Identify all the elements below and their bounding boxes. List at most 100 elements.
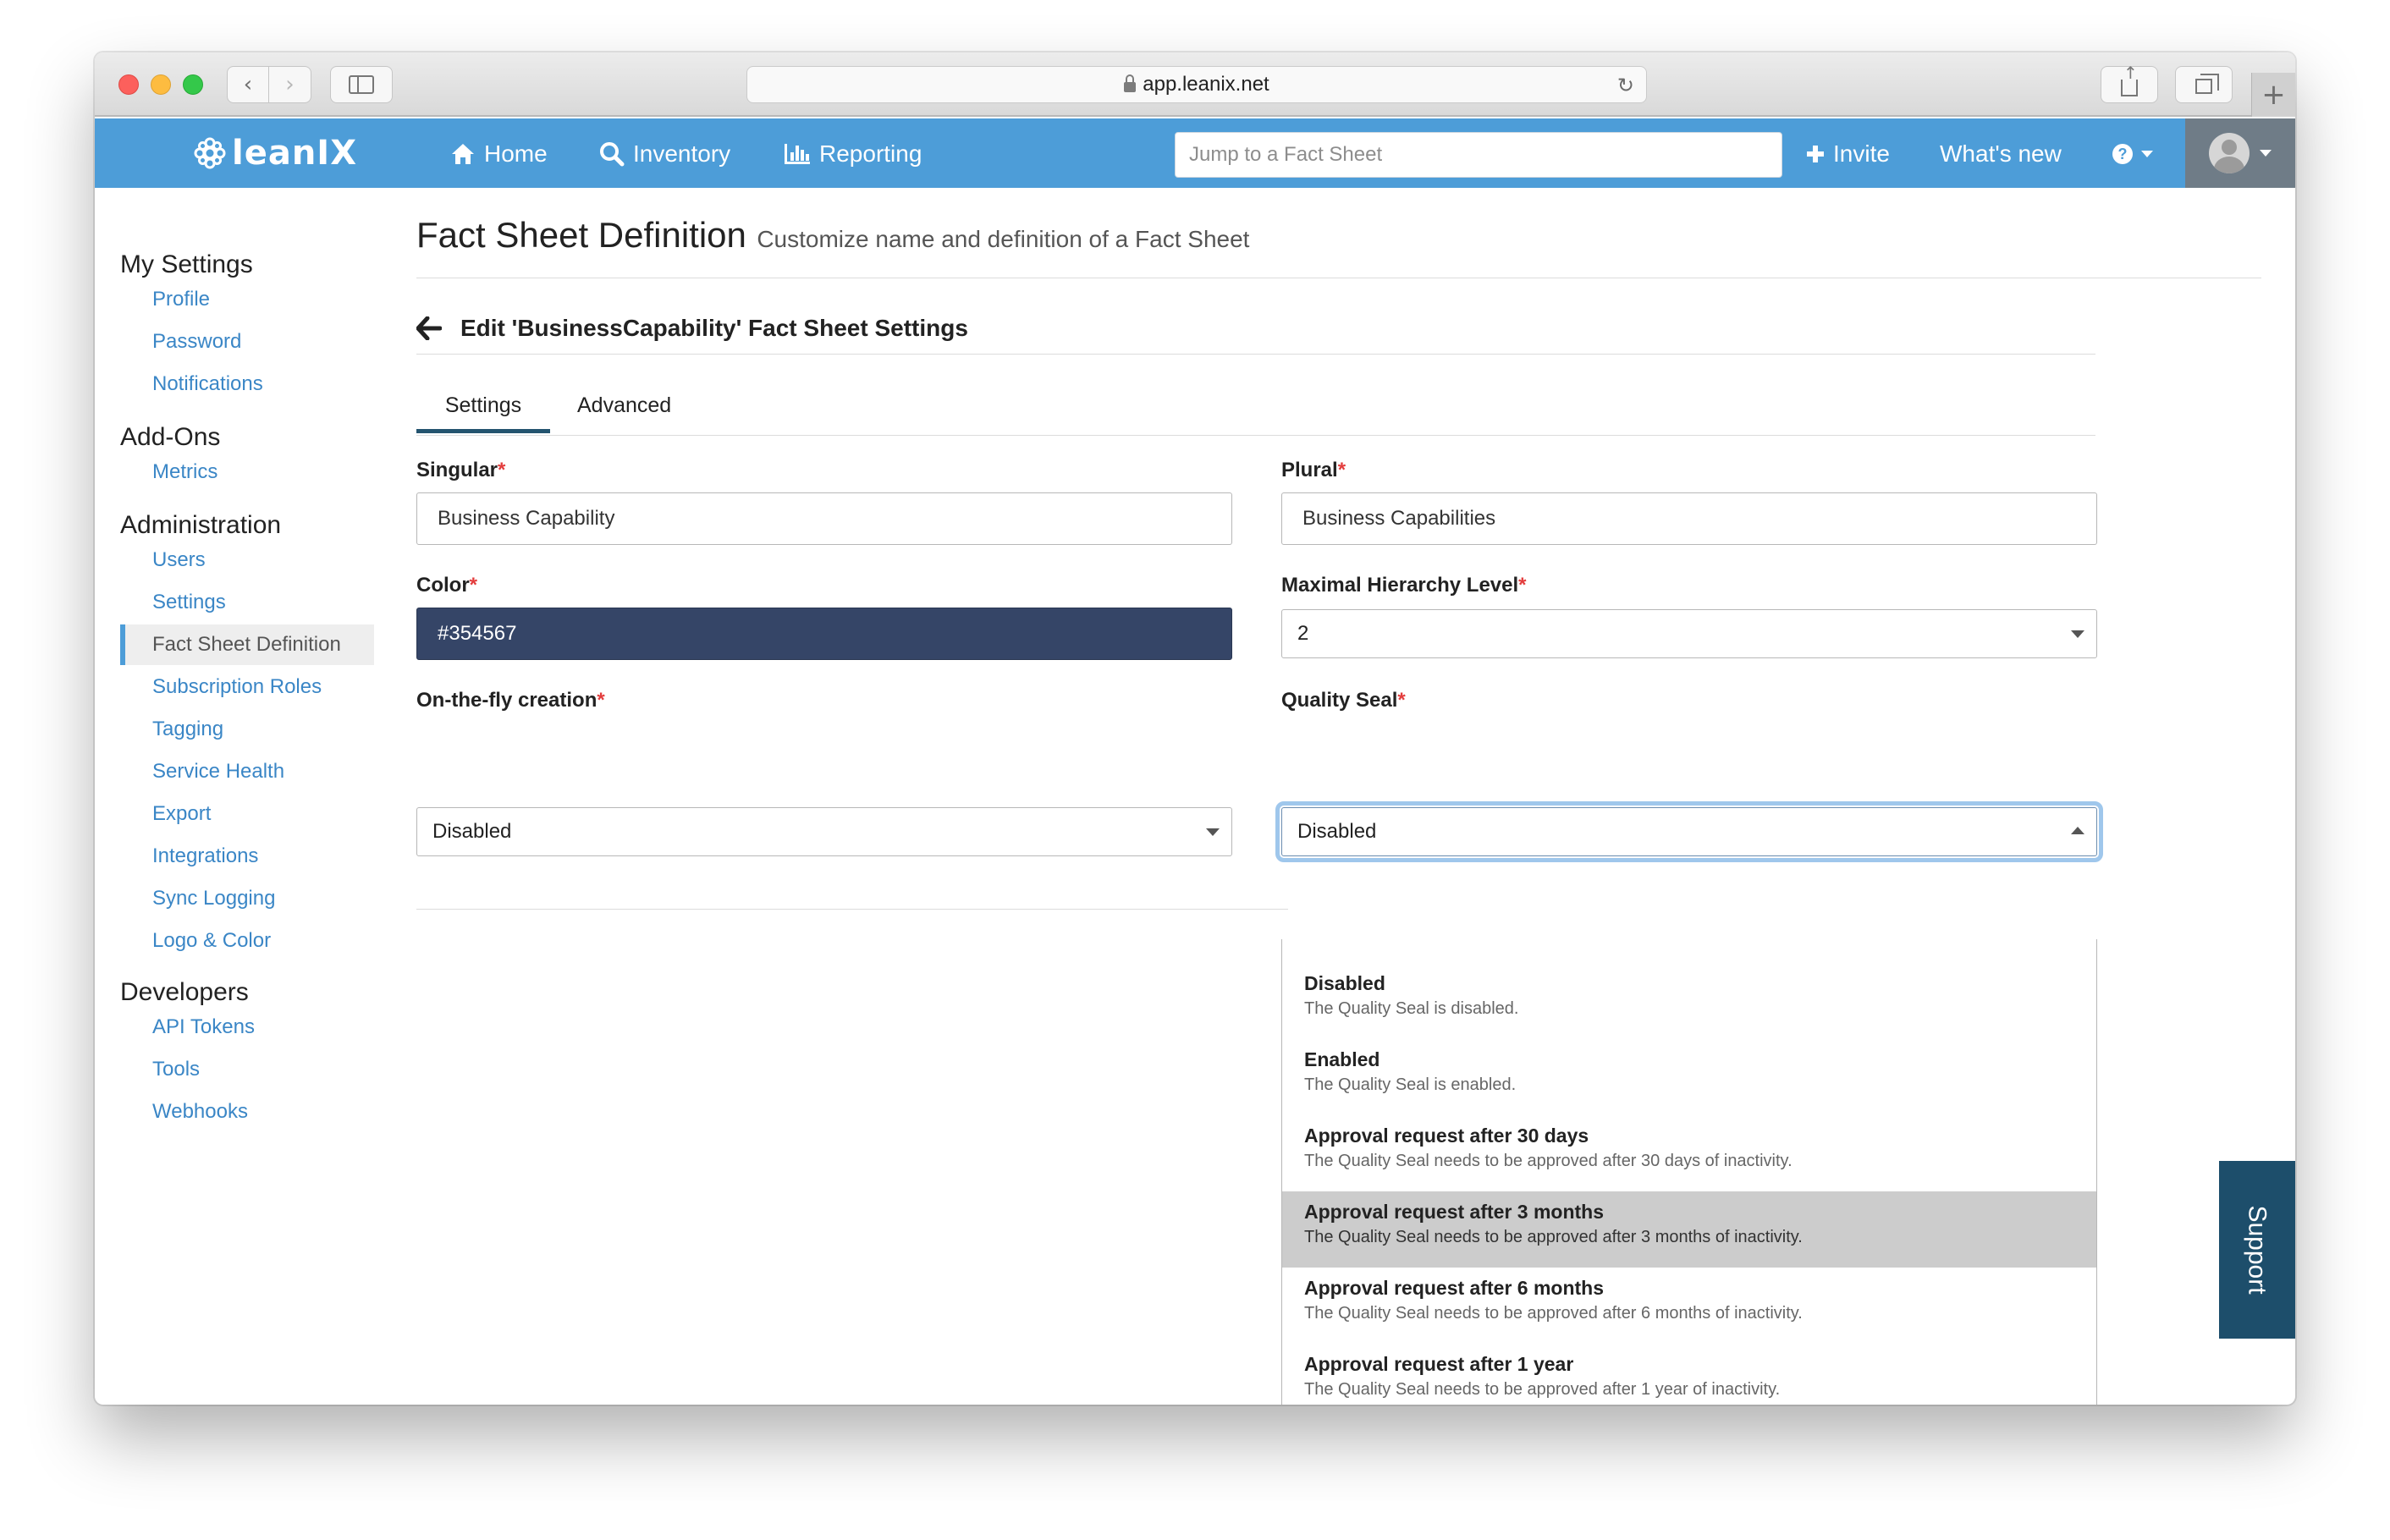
dropdown-option-1-year[interactable]: Approval request after 1 year The Qualit… [1282, 1344, 2096, 1405]
quality-seal-select[interactable]: Disabled [1275, 801, 2103, 862]
zoom-window-button[interactable] [183, 74, 203, 95]
dropdown-option-30-days[interactable]: Approval request after 30 days The Quali… [1282, 1115, 2096, 1191]
nav-inventory[interactable]: Inventory [599, 137, 730, 171]
sidebar-item-profile[interactable]: Profile [120, 279, 374, 320]
sidebar-item-subscription-roles[interactable]: Subscription Roles [120, 667, 374, 707]
edit-header: Edit 'BusinessCapability' Fact Sheet Set… [416, 315, 968, 342]
bar-chart-icon [785, 144, 810, 164]
address-bar[interactable]: app.leanix.net ↻ [746, 66, 1647, 103]
on-the-fly-label-text: On-the-fly creation [416, 689, 598, 712]
page-subtitle: Customize name and definition of a Fact … [757, 226, 1250, 252]
whats-new-label: What's new [1940, 140, 2062, 167]
color-picker-input[interactable]: #354567 [416, 608, 1232, 660]
new-tab-button[interactable]: + [2251, 73, 2295, 117]
caret-down-icon [2141, 151, 2153, 157]
question-icon: ? [2112, 144, 2133, 164]
sidebar-item-tagging[interactable]: Tagging [120, 709, 374, 750]
singular-label: Singular* [416, 459, 505, 482]
required-mark: * [1337, 459, 1346, 481]
on-the-fly-select[interactable]: Disabled [416, 807, 1232, 856]
dropdown-option-disabled[interactable]: Disabled The Quality Seal is disabled. [1282, 963, 2096, 1039]
sidebar-item-service-health[interactable]: Service Health [120, 751, 374, 792]
singular-label-text: Singular [416, 459, 498, 481]
sidebar-item-notifications[interactable]: Notifications [120, 364, 374, 404]
option-description: The Quality Seal needs to be approved af… [1304, 1228, 1803, 1246]
share-icon [2121, 63, 2138, 96]
option-title: Approval request after 30 days [1304, 1125, 1589, 1147]
sidebar-item-api-tokens[interactable]: API Tokens [120, 1007, 374, 1048]
address-bar-content: app.leanix.net [747, 67, 1646, 102]
dropdown-option-enabled[interactable]: Enabled The Quality Seal is enabled. [1282, 1039, 2096, 1115]
sidebar-icon [349, 75, 374, 94]
caret-down-icon [2260, 150, 2272, 157]
on-the-fly-label: On-the-fly creation* [416, 689, 605, 712]
arrow-left-icon[interactable] [416, 316, 442, 340]
quality-seal-value: Disabled [1297, 820, 1377, 843]
browser-sidebar-button[interactable] [330, 66, 393, 103]
caret-up-icon [2071, 827, 2084, 834]
help-menu-button[interactable]: ? [2112, 137, 2153, 171]
caret-down-icon [1206, 828, 1220, 836]
quality-seal-label: Quality Seal* [1281, 689, 1406, 712]
invite-label: Invite [1833, 140, 1890, 167]
sidebar-item-integrations[interactable]: Integrations [120, 836, 374, 877]
sidebar-item-export[interactable]: Export [120, 794, 374, 834]
sidebar-item-users[interactable]: Users [120, 540, 374, 580]
max-hierarchy-select[interactable]: 2 [1281, 609, 2097, 658]
browser-back-button[interactable]: ‹ [227, 66, 269, 103]
sidebar-item-settings[interactable]: Settings [120, 582, 374, 623]
quality-seal-dropdown: Disabled The Quality Seal is disabled. E… [1281, 939, 2097, 1405]
required-mark: * [597, 689, 605, 712]
lock-icon [1124, 74, 1137, 92]
page-title: Fact Sheet Definition [416, 215, 746, 255]
color-value: #354567 [438, 622, 517, 645]
main-content: Fact Sheet Definition Customize name and… [416, 188, 2295, 1405]
browser-forward-button[interactable]: › [269, 66, 311, 103]
required-mark: * [469, 574, 478, 597]
option-title: Approval request after 3 months [1304, 1201, 1605, 1223]
invite-button[interactable]: Invite [1806, 137, 1890, 171]
reload-icon[interactable]: ↻ [1617, 74, 1634, 97]
nav-home[interactable]: Home [450, 137, 548, 171]
sidebar-item-logo-color[interactable]: Logo & Color [120, 921, 374, 961]
share-button[interactable] [2101, 63, 2158, 103]
jump-to-fact-sheet-input[interactable] [1175, 132, 1782, 178]
tabs-divider [416, 435, 2095, 436]
chevron-right-icon: › [285, 72, 295, 97]
dropdown-option-6-months[interactable]: Approval request after 6 months The Qual… [1282, 1268, 2096, 1344]
nav-inventory-label: Inventory [633, 140, 731, 167]
sidebar-item-password[interactable]: Password [120, 322, 374, 362]
dropdown-option-3-months[interactable]: Approval request after 3 months The Qual… [1282, 1191, 2096, 1268]
plural-label-text: Plural [1281, 459, 1338, 481]
plus-icon [1807, 146, 1824, 162]
close-window-button[interactable] [118, 74, 139, 95]
plural-input[interactable] [1281, 492, 2097, 545]
support-button[interactable]: Support [2219, 1161, 2295, 1339]
sidebar-item-tools[interactable]: Tools [120, 1049, 374, 1090]
tab-settings[interactable]: Settings [416, 377, 550, 433]
sidebar-item-webhooks[interactable]: Webhooks [120, 1092, 374, 1132]
sidebar-item-fact-sheet-definition[interactable]: Fact Sheet Definition [120, 624, 374, 665]
sidebar-item-metrics[interactable]: Metrics [120, 452, 374, 492]
browser-toolbar: ‹ › app.leanix.net ↻ + [95, 52, 2295, 117]
app-navbar: leanIX Home Inventory Reporting Jump to … [95, 118, 2295, 188]
tab-advanced[interactable]: Advanced [550, 377, 698, 433]
nav-reporting[interactable]: Reporting [784, 137, 922, 171]
option-description: The Quality Seal needs to be approved af… [1304, 1380, 1781, 1399]
required-mark: * [498, 459, 506, 481]
tabs-icon [2195, 74, 2219, 94]
minimize-window-button[interactable] [151, 74, 171, 95]
leanix-logo[interactable]: leanIX [193, 134, 357, 173]
whats-new-link[interactable]: What's new [1940, 137, 2062, 171]
user-menu-button[interactable] [2185, 118, 2295, 188]
required-mark: * [1518, 574, 1527, 597]
avatar [2209, 133, 2250, 173]
max-hierarchy-label: Maximal Hierarchy Level* [1281, 574, 1527, 597]
sidebar-item-sync-logging[interactable]: Sync Logging [120, 878, 374, 919]
show-tabs-button[interactable] [2175, 66, 2233, 103]
singular-input[interactable] [416, 492, 1232, 545]
nav-reporting-label: Reporting [819, 140, 922, 167]
divider [416, 354, 2095, 355]
search-icon [600, 142, 625, 167]
max-hierarchy-value: 2 [1297, 622, 1309, 645]
